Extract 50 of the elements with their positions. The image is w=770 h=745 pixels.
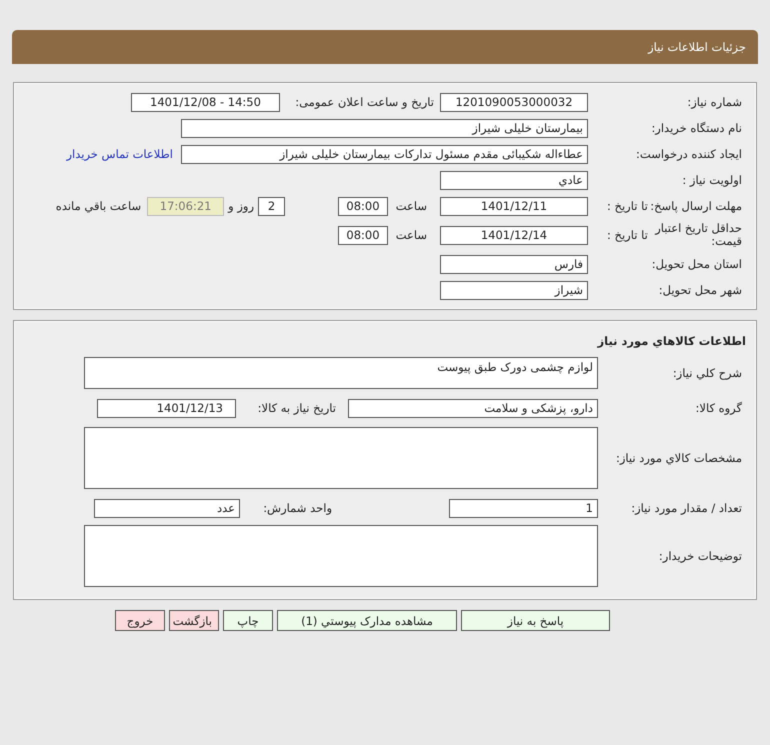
page-header: جزئیات اطلاعات نیاز <box>12 30 758 64</box>
field-label: تا تاریخ : <box>607 199 648 213</box>
text-field[interactable]: 1401/12/13 <box>97 398 236 418</box>
text-field[interactable]: بیمارستان خلیلی شیراز <box>181 118 588 138</box>
action-button[interactable]: پاسخ به نیاز <box>461 610 610 631</box>
action-button[interactable]: مشاهده مدارک پیوستي (1) <box>277 610 457 631</box>
text-field[interactable]: 1 <box>449 498 598 518</box>
field-label: واحد شمارش: <box>262 501 333 515</box>
text-field[interactable]: 1401/12/14 <box>440 226 588 244</box>
field-label: روز و <box>226 199 255 213</box>
text-area[interactable] <box>84 427 598 489</box>
field-label: استان محل تحویل: <box>652 257 742 271</box>
text-field[interactable]: 1401/12/11 <box>440 196 588 216</box>
field-label: تاریخ و ساعت اعلان عمومی: <box>294 95 435 109</box>
field-label: اولویت نیاز : <box>682 173 742 187</box>
field-label: ایجاد کننده درخواست: <box>636 147 742 161</box>
field-label: مهلت ارسال پاسخ: <box>650 199 742 213</box>
text-field[interactable]: عدد <box>94 498 240 518</box>
field-label: تعداد / مقدار مورد نیاز: <box>631 501 742 515</box>
field-label: ساعت <box>394 228 428 242</box>
field-label: حداقل تاریخ اعتبار قیمت: <box>654 222 742 248</box>
action-button[interactable]: خروج <box>115 610 165 631</box>
field-label: توضیحات خریدار: <box>658 549 742 563</box>
field-label: ساعت <box>394 199 428 213</box>
buyer-contact-link[interactable]: اطلاعات تماس خریدار <box>66 147 173 161</box>
action-button[interactable]: چاپ <box>223 610 273 631</box>
text-field[interactable]: 08:00 <box>338 196 388 216</box>
field-label: نام دستگاه خریدار: <box>651 121 742 135</box>
field-label: تا تاریخ : <box>607 228 648 242</box>
countdown-field: 17:06:21 <box>147 196 224 216</box>
field-label: شماره نیاز: <box>687 95 742 109</box>
text-field[interactable]: لوازم چشمی دورک طبق پیوست <box>84 357 598 389</box>
action-button[interactable]: بازگشت <box>169 610 219 631</box>
section-title: اطلاعات کالاهاي مورد نیاز <box>596 333 747 350</box>
text-field[interactable]: 08:00 <box>338 226 388 244</box>
text-field[interactable]: عطاءاله شکیبائی مقدم مسئول تدارکات بیمارستان خلیلی شیراز <box>181 144 588 164</box>
field-label: تاریخ نیاز به کالا: <box>256 401 337 415</box>
text-field[interactable]: شیراز <box>440 280 588 300</box>
text-field[interactable]: 1401/12/08 - 14:50 <box>131 92 280 112</box>
text-field[interactable]: 1201090053000032 <box>440 92 588 112</box>
field-label: مشخصات کالاي مورد نیاز: <box>616 451 742 465</box>
field-label: شرح کلي نیاز: <box>672 366 742 380</box>
field-label: ساعت باقي مانده <box>56 199 142 213</box>
field-label: گروه کالا: <box>696 401 742 415</box>
text-field[interactable]: عادي <box>440 170 588 190</box>
text-field[interactable]: فارس <box>440 254 588 274</box>
field-label: شهر محل تحویل: <box>658 283 742 297</box>
text-area[interactable] <box>84 525 598 587</box>
text-field[interactable]: 2 <box>258 196 285 216</box>
text-field[interactable]: دارو، پزشکی و سلامت <box>348 398 598 418</box>
